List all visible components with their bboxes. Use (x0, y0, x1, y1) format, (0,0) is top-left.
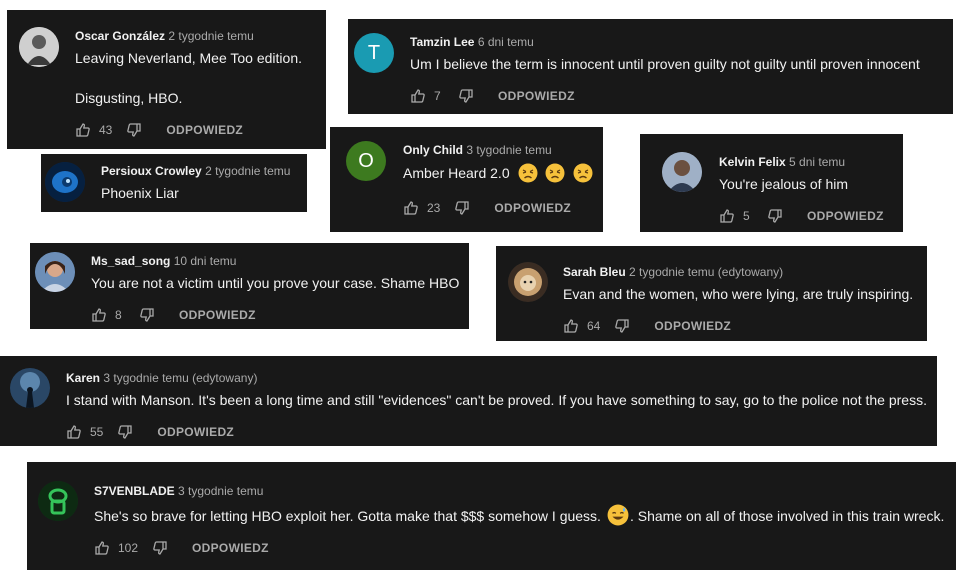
like-count: 55 (90, 425, 104, 439)
comment-author[interactable]: Sarah Bleu (563, 265, 626, 279)
thumb-down-icon[interactable] (152, 540, 168, 556)
comment-text-content: . Shame on all of those involved in this… (629, 508, 945, 524)
thumb-up-icon[interactable] (91, 307, 107, 323)
comment-text: I stand with Manson. It's been a long ti… (66, 392, 927, 408)
grinning-sweat-face-emoji-icon (607, 504, 629, 526)
thumb-down-icon[interactable] (614, 318, 630, 334)
comment-timestamp[interactable]: 5 dni temu (789, 155, 845, 169)
thumb-up-icon[interactable] (563, 318, 579, 334)
avatar[interactable] (662, 152, 702, 192)
thumb-down-icon[interactable] (139, 307, 155, 323)
comment-card: Ms_sad_song 10 dni temu You are not a vi… (30, 243, 469, 329)
like-count: 102 (118, 541, 139, 555)
comment-timestamp[interactable]: 2 tygodnie temu (205, 164, 290, 178)
comment-author[interactable]: S7VENBLADE (94, 484, 175, 498)
comment-card: T Tamzin Lee 6 dni temu Um I believe the… (348, 19, 953, 114)
like-count: 8 (115, 308, 122, 322)
comment-text: You are not a victim until you prove you… (91, 275, 460, 291)
comment-author[interactable]: Kelvin Felix (719, 155, 786, 169)
comment-timestamp[interactable]: 3 tygodnie temu (edytowany) (103, 371, 257, 385)
comment-author[interactable]: Only Child (403, 143, 463, 157)
avatar[interactable] (45, 162, 85, 202)
avatar-letter: T (367, 41, 381, 64)
thumb-up-icon[interactable] (66, 424, 82, 440)
reply-button[interactable]: ODPOWIEDZ (494, 201, 571, 215)
reply-button[interactable]: ODPOWIEDZ (157, 425, 234, 439)
comment-card: Oscar González 2 tygodnie temu Leaving N… (7, 10, 326, 149)
thumb-up-icon[interactable] (403, 200, 419, 216)
comment-author[interactable]: Persioux Crowley (101, 164, 202, 178)
reply-button[interactable]: ODPOWIEDZ (192, 541, 269, 555)
comment-timestamp[interactable]: 6 dni temu (478, 35, 534, 49)
like-count: 5 (743, 209, 750, 223)
avatar[interactable]: T (354, 33, 394, 73)
comment-text-content: Amber Heard 2.0 (403, 165, 510, 181)
avatar[interactable] (10, 368, 50, 408)
comment-text: She's so brave for letting HBO exploit h… (94, 504, 944, 526)
comment-text: Phoenix Liar (101, 185, 179, 201)
reply-button[interactable]: ODPOWIEDZ (498, 89, 575, 103)
like-count: 43 (99, 123, 113, 137)
thumb-down-icon[interactable] (454, 200, 470, 216)
comment-card: Sarah Bleu 2 tygodnie temu (edytowany) E… (496, 246, 927, 341)
thumb-down-icon[interactable] (767, 208, 783, 224)
comment-timestamp[interactable]: 2 tygodnie temu (168, 29, 253, 43)
comment-text: Leaving Neverland, Mee Too edition. (75, 50, 303, 66)
avatar[interactable] (19, 27, 59, 67)
reply-button[interactable]: ODPOWIEDZ (807, 209, 884, 223)
comment-timestamp[interactable]: 2 tygodnie temu (edytowany) (629, 265, 783, 279)
reply-button[interactable]: ODPOWIEDZ (654, 319, 731, 333)
persevering-face-emoji-icon (573, 163, 593, 183)
comment-author[interactable]: Tamzin Lee (410, 35, 474, 49)
comment-card: Karen 3 tygodnie temu (edytowany) I stan… (0, 356, 937, 446)
comment-text: You're jealous of him (719, 176, 849, 192)
thumb-down-icon[interactable] (117, 424, 133, 440)
persevering-face-emoji-icon (518, 163, 537, 183)
avatar[interactable] (38, 481, 78, 521)
avatar[interactable] (35, 252, 75, 292)
persevering-face-emoji-icon (545, 163, 565, 183)
reply-button[interactable]: ODPOWIEDZ (179, 308, 256, 322)
comment-card: Persioux Crowley 2 tygodnie temu Phoenix… (41, 154, 307, 212)
like-count: 64 (587, 319, 601, 333)
comment-text: Amber Heard 2.0 (403, 163, 593, 183)
like-count: 23 (427, 201, 441, 215)
thumb-up-icon[interactable] (94, 540, 110, 556)
comment-text: Evan and the women, who were lying, are … (563, 286, 914, 302)
comment-text-content: She's so brave for letting HBO exploit h… (94, 508, 601, 524)
avatar[interactable] (508, 262, 548, 302)
comment-text: Disgusting, HBO. (75, 90, 183, 106)
avatar-letter: O (358, 149, 374, 172)
thumb-up-icon[interactable] (719, 208, 735, 224)
comment-timestamp[interactable]: 3 tygodnie temu (178, 484, 263, 498)
thumb-down-icon[interactable] (126, 122, 142, 138)
comment-author[interactable]: Oscar González (75, 29, 165, 43)
like-count: 7 (434, 89, 441, 103)
avatar[interactable]: O (346, 141, 386, 181)
reply-button[interactable]: ODPOWIEDZ (166, 123, 243, 137)
comment-author[interactable]: Ms_sad_song (91, 254, 170, 268)
comment-card: S7VENBLADE 3 tygodnie temu She's so brav… (27, 462, 956, 570)
comment-card: O Only Child 3 tygodnie temu Amber Heard… (330, 127, 603, 232)
thumb-up-icon[interactable] (410, 88, 426, 104)
comment-text: Um I believe the term is innocent until … (410, 56, 920, 72)
thumb-up-icon[interactable] (75, 122, 91, 138)
comment-timestamp[interactable]: 10 dni temu (174, 254, 237, 268)
thumb-down-icon[interactable] (458, 88, 474, 104)
comment-card: Kelvin Felix 5 dni temu You're jealous o… (640, 134, 903, 232)
comment-timestamp[interactable]: 3 tygodnie temu (466, 143, 551, 157)
comment-author[interactable]: Karen (66, 371, 100, 385)
